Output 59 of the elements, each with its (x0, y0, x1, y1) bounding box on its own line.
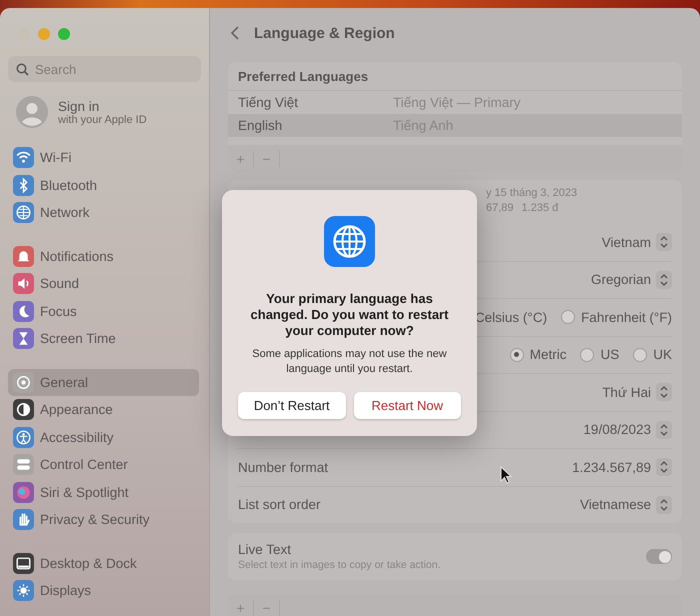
stepper-icon (656, 420, 672, 439)
radio-button[interactable] (580, 348, 594, 362)
search-field[interactable]: Search (8, 56, 201, 82)
sidebar-item[interactable]: Appearance (8, 396, 199, 424)
sidebar-item[interactable]: Network (8, 199, 199, 226)
stepper-icon (656, 458, 672, 476)
setting-label: Number format (238, 460, 330, 475)
radio-label[interactable]: US (600, 347, 620, 362)
stepper-icon (656, 383, 672, 402)
popup-button[interactable]: 1.234.567,89 (572, 458, 672, 476)
restart-now-button[interactable]: Restart Now (354, 392, 461, 419)
sidebar-item[interactable]: Siri & Spotlight (8, 478, 199, 506)
sign-in-label[interactable]: Sign in (58, 98, 147, 114)
sidebar-item[interactable]: Bluetooth (8, 172, 199, 199)
sidebar-item[interactable]: Wi-Fi (8, 144, 199, 172)
popup-button[interactable]: Thứ Hai (602, 383, 672, 402)
zoom-button[interactable] (58, 28, 70, 40)
sidebar-item[interactable]: Privacy & Security (8, 506, 199, 534)
apple-id-caption: with your Apple ID (58, 114, 147, 126)
sidebar-item[interactable]: Notifications (8, 242, 199, 270)
sidebar-item[interactable]: General (8, 368, 199, 396)
back-icon[interactable] (230, 25, 240, 41)
alert-message: Some applications may not use the new language until you restart. (251, 347, 448, 377)
minimize-button[interactable] (38, 28, 50, 40)
language-name: Tiếng Việt (238, 95, 300, 110)
avatar-icon (16, 96, 48, 128)
sidebar-item[interactable]: Desktop & Dock (8, 550, 199, 577)
sidebar-item[interactable]: Focus (8, 298, 199, 325)
format-preview-text: 67,89 (486, 202, 514, 214)
sidebar-item[interactable]: Sound (8, 270, 199, 298)
radio-button[interactable] (633, 348, 648, 362)
globe-icon (324, 216, 375, 267)
radio-button[interactable] (510, 348, 524, 362)
stepper-icon (656, 233, 672, 252)
mouse-pointer-icon (500, 466, 512, 484)
setting-label: List sort order (238, 497, 322, 512)
popup-button[interactable]: Vietnamese (580, 496, 672, 514)
sidebar-item[interactable]: Screen Time (8, 325, 199, 352)
sidebar-item[interactable]: Accessibility (8, 424, 199, 451)
radio-label[interactable]: Fahrenheit (°F) (581, 310, 672, 325)
sidebar-item[interactable]: Control Center (8, 451, 199, 478)
popup-button[interactable]: Gregorian (590, 270, 672, 289)
dont-restart-button[interactable]: Don’t Restart (238, 392, 346, 419)
radio-label[interactable]: Metric (530, 347, 566, 362)
format-preview-text: 1.235 đ (522, 202, 558, 214)
popup-button[interactable]: 19/08/2023 (583, 420, 672, 439)
alert-title: Your primary language has changed. Do you want to restart your computer now? (250, 291, 450, 339)
stepper-icon (656, 270, 672, 289)
page-title: Language & Region (254, 24, 395, 42)
toggle-switch[interactable] (646, 549, 672, 564)
setting-label: Live Text (238, 542, 292, 557)
stepper-icon (656, 496, 672, 514)
format-preview-text: y 15 tháng 3, 2023 (486, 187, 578, 199)
sidebar-item[interactable]: Displays (8, 577, 199, 604)
radio-label[interactable]: UK (653, 347, 672, 362)
language-name: English (238, 118, 284, 133)
radio-button[interactable] (561, 310, 576, 324)
popup-button[interactable]: Vietnam (602, 233, 672, 252)
section-title: Preferred Languages (228, 62, 682, 91)
